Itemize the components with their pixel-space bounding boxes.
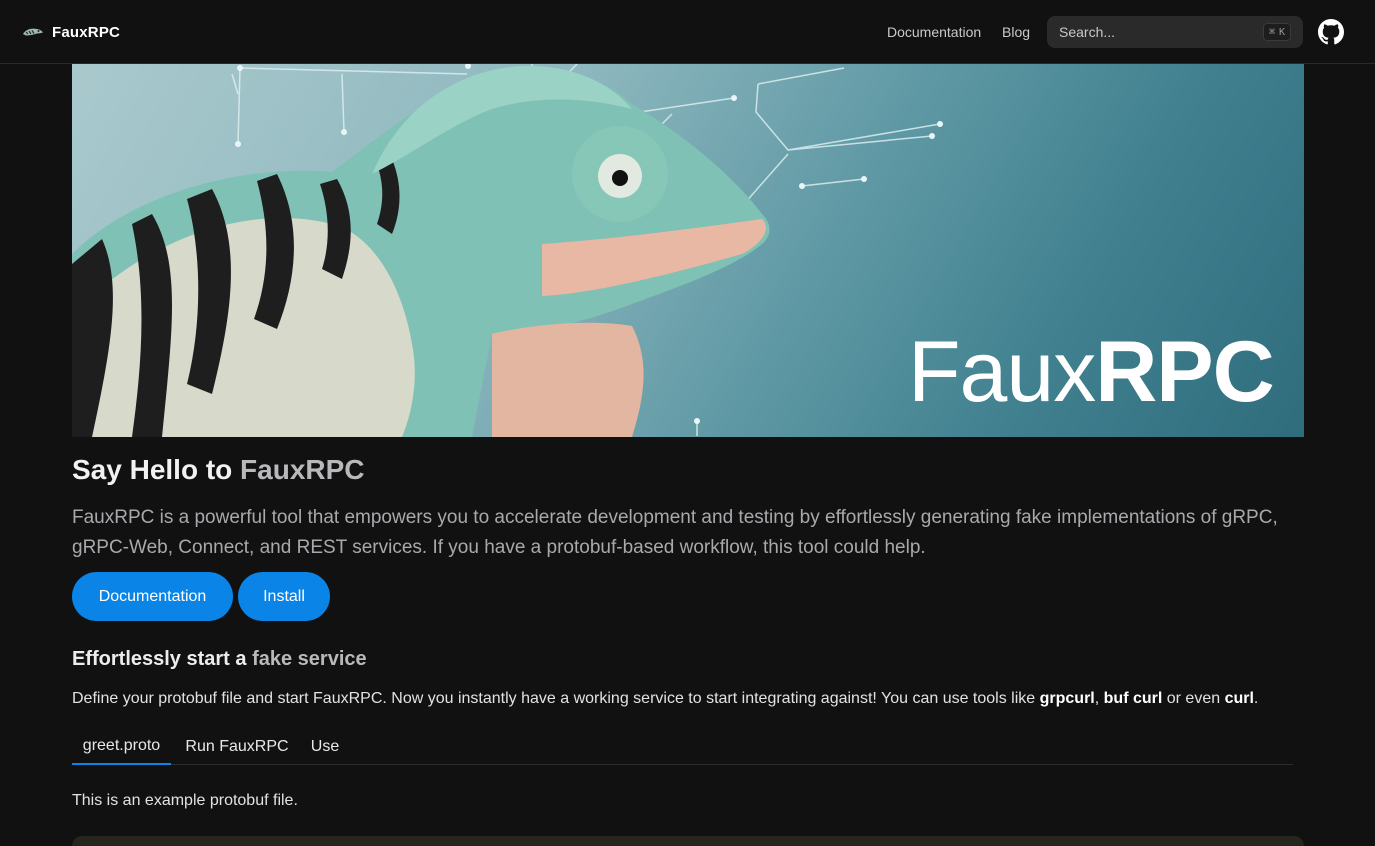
chameleon-leg	[492, 322, 644, 437]
section-paragraph: Define your protobuf file and start Faux…	[72, 688, 1258, 710]
tab-panel-description: This is an example protobuf file.	[72, 792, 298, 809]
lead-paragraph: FauxRPC is a powerful tool that empowers…	[72, 507, 1278, 558]
hero-wordmark: FauxRPC	[908, 322, 1275, 422]
code-tabs: greet.proto Run FauxRPC Use	[72, 728, 1293, 765]
hero-wordmark-bold: RPC	[1095, 324, 1275, 420]
search-placeholder: Search...	[1059, 24, 1116, 40]
separator-2: or even	[1162, 690, 1225, 707]
search-input[interactable]: Search... ⌘ K	[1047, 16, 1303, 48]
tab-use[interactable]: Use	[303, 728, 347, 765]
separator-1: ,	[1094, 690, 1104, 707]
command-key-glyph: ⌘	[1268, 26, 1275, 38]
tab-greet-proto[interactable]: greet.proto	[72, 728, 171, 765]
section-title-accent: fake service	[252, 648, 367, 670]
title-accent: FauxRPC	[240, 454, 365, 485]
install-button[interactable]: Install	[238, 572, 330, 621]
code-block	[72, 836, 1304, 846]
tool-curl: curl	[1224, 690, 1254, 707]
top-navbar: FauxRPC Documentation Blog Search... ⌘ K	[0, 0, 1375, 64]
page-title: Say Hello to FauxRPC	[72, 452, 365, 488]
chameleon-logo-icon	[23, 28, 43, 36]
sentence-end: .	[1253, 690, 1259, 707]
nav-link-blog[interactable]: Blog	[1002, 0, 1030, 64]
section-title: Effortlessly start a fake service	[72, 645, 367, 673]
title-prefix: Say Hello to	[72, 454, 241, 485]
documentation-button[interactable]: Documentation	[72, 572, 233, 621]
tool-grpcurl: grpcurl	[1039, 690, 1095, 707]
search-shortcut-badge: ⌘ K	[1262, 23, 1291, 41]
shortcut-key-label: K	[1278, 26, 1285, 38]
nav-link-documentation[interactable]: Documentation	[887, 0, 981, 64]
hero-wordmark-thin: Faux	[908, 324, 1096, 420]
brand-home-link[interactable]: FauxRPC	[22, 0, 120, 64]
hero-banner-image: FauxRPC	[72, 64, 1304, 437]
section-text: Define your protobuf file and start Faux…	[72, 690, 1040, 707]
tab-run-fauxrpc[interactable]: Run FauxRPC	[179, 728, 295, 765]
brand-name: FauxRPC	[52, 23, 121, 41]
chameleon-pupil	[612, 170, 628, 186]
section-title-prefix: Effortlessly start a	[72, 648, 253, 670]
tool-buf-curl: buf curl	[1103, 690, 1163, 707]
github-icon[interactable]	[1318, 19, 1344, 45]
